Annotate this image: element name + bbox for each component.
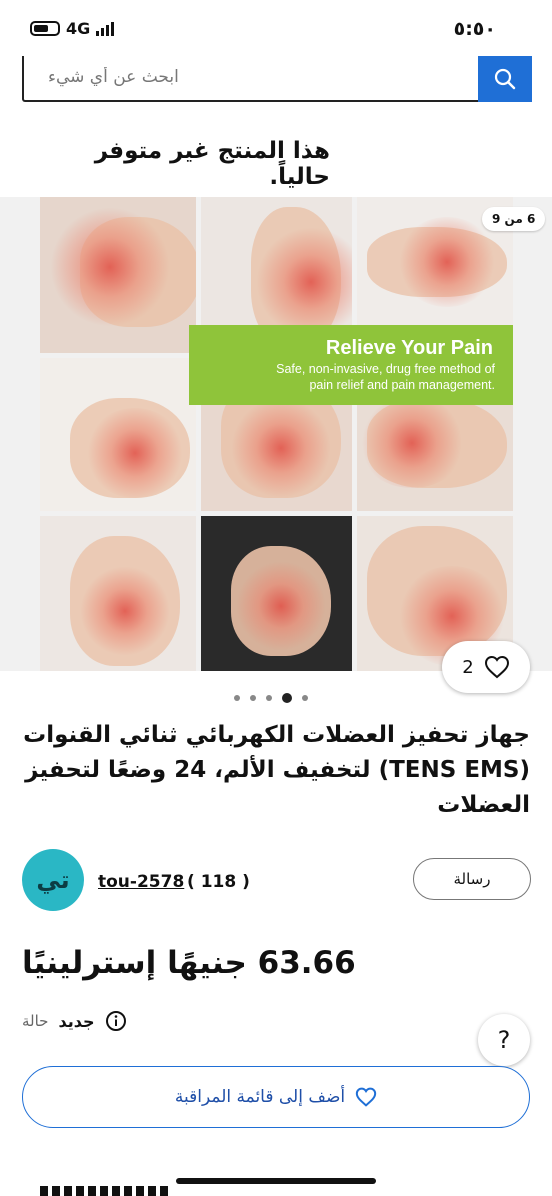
pain-photo-elbow-2: [40, 516, 196, 671]
status-bar: 4G ٥:٥٠: [0, 0, 552, 60]
message-button[interactable]: رسالة: [413, 858, 531, 900]
favorite-button[interactable]: 2: [442, 641, 530, 693]
banner-title: Relieve Your Pain: [325, 337, 493, 359]
promo-banner: Relieve Your Pain Safe, non-invasive, dr…: [189, 325, 513, 405]
favorite-count: 2: [462, 656, 474, 678]
search-button[interactable]: [478, 56, 532, 102]
condition-row: حالة جديد: [22, 1010, 127, 1032]
pain-photo-ankle: [40, 358, 196, 511]
banner-line-2: pain relief and pain management.: [309, 378, 495, 392]
banner-line-1: Safe, non-invasive, drug free method of: [276, 362, 495, 376]
heart-icon: [484, 655, 509, 679]
info-icon[interactable]: [105, 1010, 127, 1032]
signal-icon: [96, 21, 115, 36]
carousel-dot[interactable]: [302, 695, 308, 701]
pain-photo-shoulder: [40, 197, 196, 353]
condition-value: جديد: [58, 1011, 95, 1031]
battery-icon: [30, 21, 60, 36]
carousel-dots[interactable]: [234, 693, 308, 703]
carousel-dot[interactable]: [266, 695, 272, 701]
product-price: 63.66 جنيهًا إسترلينيًا: [22, 945, 356, 981]
search-bar: [22, 56, 532, 102]
product-title: جهاز تحفيز العضلات الكهربائي ثنائي القنو…: [23, 722, 530, 818]
watchlist-label: أضف إلى قائمة المراقبة: [174, 1087, 346, 1107]
search-input[interactable]: [24, 56, 503, 98]
seller-feedback-count: ( 118 ): [187, 872, 250, 892]
help-button[interactable]: ?: [478, 1014, 530, 1066]
carousel-dot[interactable]: [234, 695, 240, 701]
home-indicator: [176, 1178, 376, 1184]
carousel-dot-active[interactable]: [282, 693, 292, 703]
status-time: ٥:٥٠: [453, 18, 496, 40]
carousel-dot[interactable]: [250, 695, 256, 701]
status-left: 4G: [30, 19, 115, 38]
seller-avatar[interactable]: تي: [22, 849, 84, 911]
product-image-gallery[interactable]: Relieve Your Pain Safe, non-invasive, dr…: [0, 197, 552, 671]
condition-label: حالة: [22, 1012, 49, 1030]
image-counter: 6 من 9: [482, 207, 546, 231]
availability-notice: هذا المنتج غير متوفر حالياً.: [94, 138, 330, 190]
pain-photo-knee: [201, 516, 352, 671]
search-icon: [494, 68, 516, 90]
heart-icon: [355, 1087, 377, 1107]
network-label: 4G: [66, 19, 91, 38]
seller-name-link[interactable]: tou-2578: [98, 872, 184, 892]
add-to-watchlist-button[interactable]: أضف إلى قائمة المراقبة: [22, 1066, 530, 1128]
